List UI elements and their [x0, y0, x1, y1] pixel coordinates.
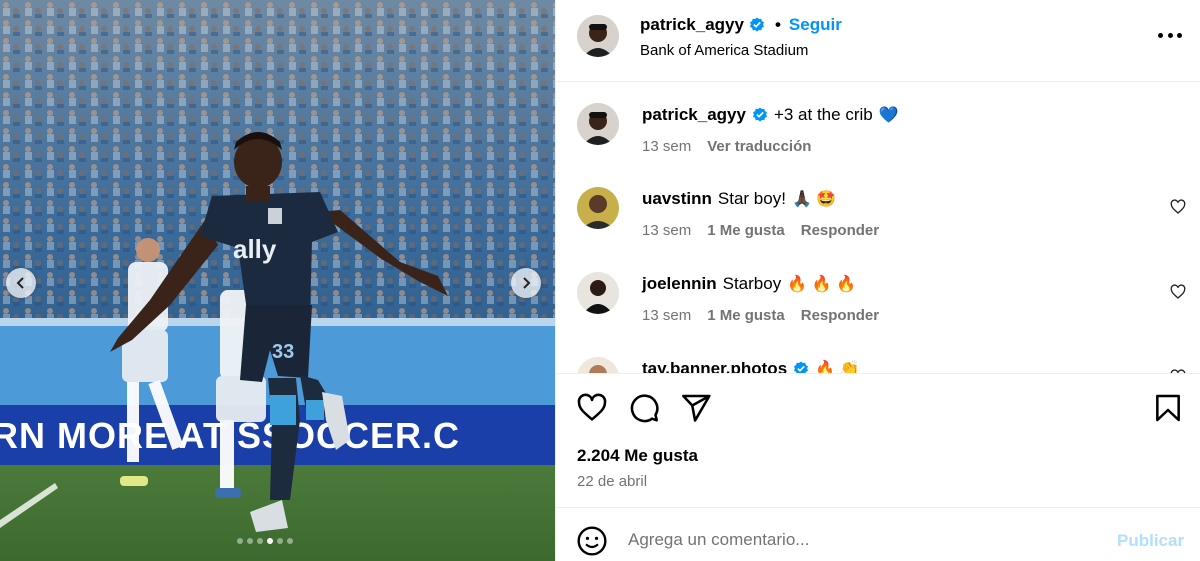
comments-list[interactable]: patrick_agyy +3 at the crib 💙 13 sem Ver…	[556, 83, 1200, 373]
comment-meta: 13 sem 1 Me gusta Responder	[642, 307, 895, 324]
verified-badge-icon	[749, 17, 764, 32]
reply-button[interactable]: Responder	[801, 222, 879, 239]
carousel-dot	[247, 538, 253, 544]
comment-item: uavstinn Star boy! 🙏🏿 🤩 13 sem 1 Me gust…	[556, 167, 1200, 247]
comment-username[interactable]: tay.banner.photos	[642, 359, 787, 373]
verified-badge-icon	[752, 107, 767, 122]
post-photo: RN MORE AT SSOCCER.C	[0, 0, 555, 561]
comment-emoji: 🔥 🔥 🔥	[787, 276, 856, 293]
comment-time[interactable]: 13 sem	[642, 307, 691, 324]
comment-text: joelennin Starboy 🔥 🔥 🔥	[642, 274, 856, 294]
blue-heart-emoji: 💙	[878, 107, 899, 124]
comment-emoji: 🙏🏿 🤩	[791, 191, 837, 208]
verified-badge-icon	[794, 361, 809, 373]
comment-item: joelennin Starboy 🔥 🔥 🔥 13 sem 1 Me gust…	[556, 252, 1200, 332]
carousel-dot	[237, 538, 243, 544]
caption-item: patrick_agyy +3 at the crib 💙 13 sem Ver…	[556, 83, 1200, 163]
chevron-left-icon	[16, 277, 24, 289]
caption-meta: 13 sem Ver traducción	[642, 138, 827, 155]
comment-time[interactable]: 13 sem	[642, 222, 691, 239]
comment-username[interactable]: uavstinn	[642, 189, 712, 209]
post-location[interactable]: Bank of America Stadium	[640, 42, 808, 59]
carousel-next-button[interactable]	[511, 268, 541, 298]
comment-like-heart-icon[interactable]	[1170, 284, 1186, 300]
comment-likes[interactable]: 1 Me gusta	[707, 222, 785, 239]
comment-meta: 13 sem 1 Me gusta Responder	[642, 222, 895, 239]
publish-button[interactable]: Publicar	[1117, 531, 1184, 551]
separator-dot: •	[774, 15, 781, 34]
comment-icon[interactable]	[628, 392, 660, 424]
jersey-sponsor: ally	[233, 234, 277, 264]
author-row: patrick_agyy • Seguir	[640, 15, 842, 35]
likes-count[interactable]: 2.204 Me gusta	[577, 446, 698, 466]
post-media[interactable]: RN MORE AT SSOCCER.C	[0, 0, 555, 561]
post-sidebar: patrick_agyy • Seguir Bank of America St…	[555, 0, 1200, 561]
translate-button[interactable]: Ver traducción	[707, 138, 811, 155]
comment-body: Star boy!	[717, 189, 786, 208]
reply-button[interactable]: Responder	[801, 307, 879, 324]
comment-item: tay.banner.photos 🔥 👏	[556, 337, 1200, 373]
follow-button[interactable]: Seguir	[789, 15, 842, 35]
comment-input[interactable]	[628, 523, 1088, 557]
emoji-icon[interactable]	[576, 525, 608, 557]
comment-emoji: 🔥 👏	[815, 361, 860, 373]
bookmark-icon[interactable]	[1152, 392, 1184, 424]
post-header: patrick_agyy • Seguir Bank of America St…	[556, 0, 1200, 82]
share-icon[interactable]	[680, 392, 712, 424]
post-date[interactable]: 22 de abril	[577, 473, 647, 490]
comment-avatar[interactable]	[577, 272, 619, 314]
comment-avatar[interactable]	[577, 357, 619, 373]
author-avatar[interactable]	[577, 15, 619, 57]
comment-avatar[interactable]	[577, 187, 619, 229]
caption-text: patrick_agyy +3 at the crib 💙	[642, 105, 899, 125]
carousel-prev-button[interactable]	[6, 268, 36, 298]
carousel-dot	[287, 538, 293, 544]
comment-like-heart-icon[interactable]	[1170, 199, 1186, 215]
comment-body: Starboy	[722, 274, 782, 293]
caption-time[interactable]: 13 sem	[642, 138, 691, 155]
caption-avatar[interactable]	[577, 103, 619, 145]
carousel-dot	[257, 538, 263, 544]
carousel-indicator	[237, 538, 293, 544]
caption-body: +3 at the crib	[773, 105, 873, 124]
chevron-right-icon	[523, 277, 531, 289]
caption-username[interactable]: patrick_agyy	[642, 105, 746, 125]
more-options-icon[interactable]	[1158, 25, 1182, 45]
carousel-dot	[277, 538, 283, 544]
comment-composer: Publicar	[556, 509, 1200, 561]
jersey-number: 33	[272, 341, 294, 363]
comment-username[interactable]: joelennin	[642, 274, 717, 294]
comment-likes[interactable]: 1 Me gusta	[707, 307, 785, 324]
carousel-dot	[267, 538, 273, 544]
author-username[interactable]: patrick_agyy	[640, 15, 744, 35]
post-actions: 2.204 Me gusta 22 de abril	[556, 373, 1200, 508]
heart-icon[interactable]	[576, 392, 608, 424]
instagram-post-modal: RN MORE AT SSOCCER.C	[0, 0, 1200, 561]
comment-text: uavstinn Star boy! 🙏🏿 🤩	[642, 189, 836, 209]
comment-text: tay.banner.photos 🔥 👏	[642, 359, 859, 373]
